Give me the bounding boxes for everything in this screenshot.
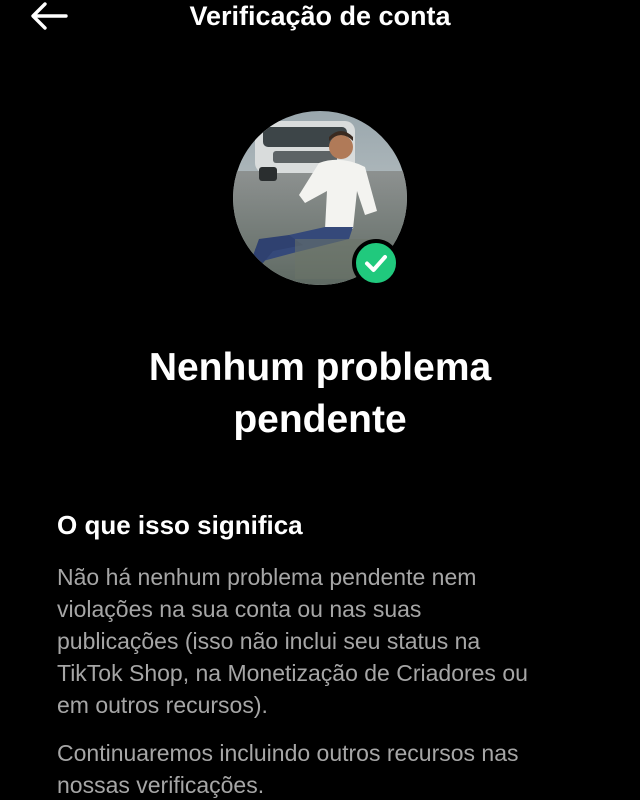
info-paragraph-1: Não há nenhum problema pendente nem viol…	[57, 561, 597, 721]
paragraph-line: Continuaremos incluindo outros recursos …	[57, 740, 519, 766]
status-headline: Nenhum problema pendente	[40, 342, 600, 446]
paragraph-line: Não há nenhum problema pendente nem	[57, 564, 477, 590]
checkmark-icon	[365, 255, 387, 272]
paragraph-line: em outros recursos).	[57, 692, 268, 718]
paragraph-line: nossas verificações.	[57, 772, 265, 798]
status-headline-line1: Nenhum problema	[148, 346, 492, 389]
profile-avatar-container	[233, 111, 407, 287]
info-section-title: O que isso significa	[57, 510, 303, 540]
page-title: Verificação de conta	[189, 1, 451, 31]
info-paragraph-2: Continuaremos incluindo outros recursos …	[57, 737, 597, 800]
paragraph-line: publicações (isso não inclui seu status …	[57, 628, 481, 654]
top-bar: Verificação de conta	[0, 0, 640, 34]
status-headline-line2: pendente	[233, 398, 407, 441]
paragraph-line: TikTok Shop, na Monetização de Criadores…	[57, 660, 528, 686]
verified-badge	[352, 239, 400, 287]
paragraph-line: violações na sua conta ou nas suas	[57, 596, 422, 622]
